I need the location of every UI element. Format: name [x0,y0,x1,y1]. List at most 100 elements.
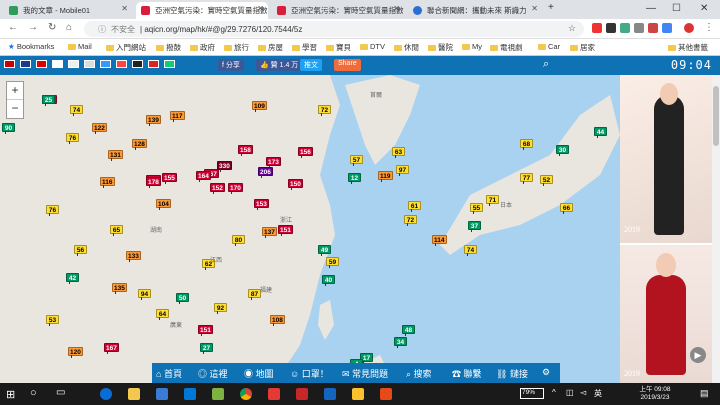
flag-icon[interactable] [84,60,95,68]
aqi-marker[interactable]: 44 [594,127,607,138]
aqi-marker[interactable]: 90 [2,123,15,134]
aqi-marker[interactable]: 116 [100,177,115,188]
aqi-marker[interactable]: 122 [92,123,107,134]
bookmark-star-icon[interactable]: ☆ [568,23,576,34]
aqi-marker[interactable]: 74 [464,245,477,256]
ime-icon[interactable]: 英 [594,388,602,399]
explorer-icon[interactable] [128,388,140,400]
flag-icon[interactable] [20,60,31,68]
close-tab-icon[interactable]: ✕ [257,4,264,13]
aqi-marker[interactable]: 139 [146,115,161,126]
aqi-marker[interactable]: 77 [520,173,533,184]
aqi-marker[interactable]: 63 [392,147,405,158]
minimize-icon[interactable]: — [646,3,656,14]
aqi-marker[interactable]: 178 [146,177,161,188]
aqi-marker[interactable]: 108 [270,315,285,326]
like-button[interactable]: 👍 贊 1.4 万 [256,59,303,71]
tray-chevron-icon[interactable]: ^ [552,388,556,397]
aqi-marker[interactable]: 37 [468,221,481,232]
nav-map[interactable]: ◉ 地圖 [244,367,274,380]
share-button[interactable]: f 分享 [218,59,244,71]
aqi-marker[interactable]: 104 [156,199,171,210]
aqi-marker[interactable]: 25 [42,95,55,106]
aqi-marker[interactable]: 71 [486,195,499,206]
aqi-marker[interactable]: 92 [214,303,227,314]
scrollbar-thumb[interactable] [713,86,719,146]
tab-udn[interactable]: 聯合新聞網：攜動未來 斯識力 ✕ [408,2,542,19]
aqi-marker[interactable]: 64 [156,309,169,320]
aqi-marker[interactable]: 156 [298,147,313,158]
profile-avatar[interactable] [684,23,694,33]
aqi-marker[interactable]: 173 [266,157,281,168]
bookmark-item[interactable]: 政府 [190,42,215,53]
aqi-marker[interactable]: 12 [348,173,361,184]
aqi-marker[interactable]: 170 [228,183,243,194]
aqi-marker[interactable]: 120 [68,347,83,358]
bookmark-item[interactable]: 旅行 [224,42,249,53]
settings-icon[interactable]: ⚙ [542,367,550,378]
bookmark-item[interactable]: 醫院 [428,42,453,53]
tab-aqicn[interactable]: 亞洲空氣污染：實時空氣質量指數 ✕ [272,2,404,19]
edge-icon[interactable] [100,388,112,400]
zoom-out-button[interactable]: − [7,100,23,117]
extension-icon[interactable] [634,23,644,33]
aqi-marker[interactable]: 55 [470,203,483,214]
aqi-marker[interactable]: 158 [238,145,253,156]
bookmark-item[interactable]: 寶貝 [326,42,351,53]
task-view-icon[interactable]: ▭ [56,387,65,398]
aqi-marker[interactable]: 74 [70,105,83,116]
reload-icon[interactable]: ↻ [48,22,56,33]
flag-icon[interactable] [4,60,15,68]
ad-close-icon[interactable]: ▶ [690,347,706,363]
nav-links[interactable]: ⛓ 鏈接 [496,367,528,380]
extension-icon[interactable] [648,23,658,33]
tweet-button[interactable]: 推文 [300,59,322,71]
aqi-marker[interactable]: 167 [104,343,119,354]
aqi-marker[interactable]: 72 [404,215,417,226]
aqi-marker[interactable]: 164 [196,171,211,182]
flag-icon[interactable] [132,60,143,68]
aqi-marker[interactable]: 56 [74,245,87,256]
network-icon[interactable]: ◫ [566,388,574,397]
flag-icon[interactable] [100,60,111,68]
aqi-marker[interactable]: 49 [318,245,331,256]
aqi-marker[interactable]: 150 [288,179,303,190]
close-tab-icon[interactable]: ✕ [121,4,128,13]
aqi-marker[interactable]: 117 [170,111,185,122]
aqi-marker[interactable]: 94 [138,289,151,300]
flag-icon[interactable] [68,60,79,68]
flag-icon[interactable] [164,60,175,68]
forward-icon[interactable]: → [28,22,38,33]
nav-mask[interactable]: ☺ 口罩！ [290,367,329,380]
aqi-marker[interactable]: 59 [326,257,339,268]
bookmark-item[interactable]: Car [538,42,560,51]
app-icon[interactable] [352,388,364,400]
close-tab-icon[interactable]: ✕ [531,4,538,13]
aqi-marker[interactable]: 155 [162,173,177,184]
aqi-marker[interactable]: 109 [252,101,267,112]
bookmark-item[interactable]: DTV [360,42,385,51]
aqi-marker[interactable]: 65 [110,225,123,236]
flag-icon[interactable] [116,60,127,68]
aqi-marker[interactable]: 68 [520,139,533,150]
new-tab-button[interactable]: + [548,2,554,13]
app-icon[interactable] [212,388,224,400]
notification-icon[interactable]: ▤ [700,388,709,399]
aqi-marker[interactable]: 206 [258,167,273,178]
ad-photo[interactable]: ▶ 2019 [620,245,712,383]
mail-icon[interactable] [184,388,196,400]
flag-icon[interactable] [148,60,159,68]
aqi-map[interactable]: 153 74 76 90 122 117 139 109 72 131 128 158 173 156 16… [0,75,620,383]
aqi-marker[interactable]: 80 [232,235,245,246]
maximize-icon[interactable]: ☐ [672,3,681,14]
aqi-marker[interactable]: 30 [556,145,569,156]
search-icon[interactable]: ○ [30,387,37,399]
store-icon[interactable] [156,388,168,400]
aqi-marker[interactable]: 57 [350,155,363,166]
extension-icon[interactable] [606,23,616,33]
bookmark-item[interactable]: 學習 [292,42,317,53]
aqi-marker[interactable]: 42 [66,273,79,284]
nav-faq[interactable]: ✉ 常見問題 [342,367,388,380]
aqi-marker[interactable]: 53 [46,315,59,326]
menu-icon[interactable]: ⋮ [704,22,714,33]
